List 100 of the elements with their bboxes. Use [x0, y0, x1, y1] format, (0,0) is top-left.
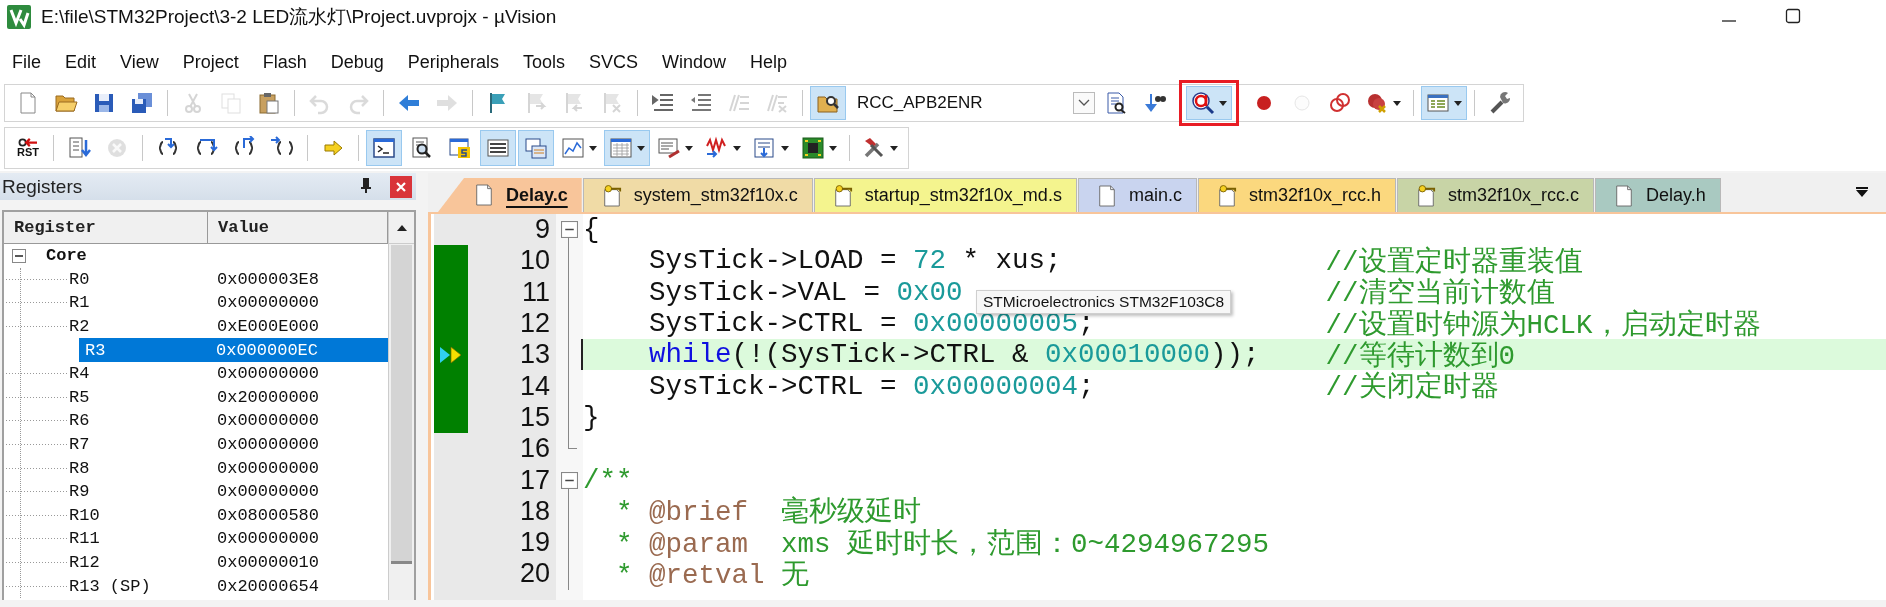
code-line: * @param xms 延时时长，范围：0~4294967295	[616, 528, 1270, 560]
caret-icon	[781, 145, 789, 151]
code-comment: //设置时钟源为HCLK，启动定时器	[1325, 308, 1761, 341]
toolbar-button[interactable]	[810, 86, 846, 120]
stacked-windows-icon	[524, 136, 548, 160]
file-tab[interactable]: Delay.h	[1595, 178, 1721, 212]
toolbar-button[interactable]: RST	[10, 130, 46, 166]
menu-item[interactable]: Flash	[250, 49, 319, 75]
reset-icon	[17, 138, 39, 147]
line-number: 20	[518, 558, 551, 590]
command-window-icon	[372, 136, 396, 160]
code-line: }	[583, 401, 600, 433]
line-number: 10	[518, 245, 551, 277]
paste-icon	[257, 91, 281, 115]
line-number: 17	[518, 464, 551, 496]
file-tab[interactable]: startup_stm32f10x_md.s	[813, 178, 1077, 212]
code-line: while(!(SysTick->CTRL & 0x00010000));	[649, 339, 1260, 371]
code-line: * @brief 毫秒级延时	[616, 497, 922, 529]
caret-icon	[890, 145, 898, 151]
line-number: 11	[520, 276, 551, 308]
file-tab[interactable]: stm32f10x_rcc.c	[1396, 178, 1594, 212]
code-line: SysTick->VAL = 0x00	[649, 276, 963, 308]
tree-group-label[interactable]: Core	[46, 246, 87, 266]
collapse-icon	[561, 221, 578, 239]
up-arrow-icon	[396, 224, 407, 231]
caret-icon	[829, 145, 837, 151]
document-search-icon	[1104, 91, 1128, 115]
menu-item[interactable]: Window	[649, 49, 738, 75]
menu-item[interactable]: SVCS	[576, 49, 650, 75]
code-line: {	[583, 214, 600, 246]
caret-icon	[1219, 100, 1227, 106]
tooltip: STMicroelectronics STM32F103C8	[976, 290, 1232, 314]
breakpoint-delete-icon	[1365, 91, 1389, 115]
line-number: 19	[518, 526, 551, 559]
toolbar-button[interactable]	[1186, 86, 1232, 120]
caret-icon	[589, 145, 597, 151]
file-tab[interactable]: stm32f10x_rcc.h	[1197, 178, 1396, 212]
scrollbar-thumb[interactable]	[391, 245, 412, 564]
file-tab[interactable]: main.c	[1077, 178, 1197, 212]
minimize-icon	[1721, 19, 1737, 22]
caret-icon	[1454, 100, 1462, 106]
toolbar-button[interactable]	[480, 130, 516, 166]
line-number: 14	[518, 370, 551, 402]
file-tab[interactable]: Delay.c	[438, 178, 582, 212]
code-comment: //等待计数到0	[1325, 339, 1516, 372]
line-number: 9	[533, 214, 551, 246]
menu-item[interactable]: Edit	[53, 49, 109, 75]
code-line: * @retval 无	[616, 559, 810, 591]
dropdown-button[interactable]	[1073, 92, 1095, 114]
list-icon	[486, 136, 510, 160]
code-line: SysTick->LOAD = 72 * xus;	[649, 245, 1062, 277]
app-icon	[7, 5, 31, 29]
menu-item[interactable]: Project	[170, 49, 251, 75]
caret-icon	[1393, 100, 1401, 106]
code-line: /**	[583, 464, 633, 496]
double-circle-icon	[1328, 91, 1352, 115]
pin-icon	[360, 176, 372, 193]
file-tab[interactable]: system_stm32f10x.c	[582, 178, 813, 212]
panel-title: Registers	[2, 175, 84, 198]
close-icon	[395, 180, 407, 193]
list-arrow-icon	[67, 136, 91, 160]
close-button[interactable]	[390, 175, 412, 198]
menu-item[interactable]: Peripherals	[395, 49, 511, 75]
window-layout-icon	[1426, 91, 1450, 115]
menu-item[interactable]: Tools	[510, 49, 577, 75]
menu-item[interactable]: Help	[738, 49, 799, 75]
menu-item[interactable]: File	[0, 49, 53, 75]
tools-icon	[862, 136, 886, 160]
code-editor[interactable]	[428, 212, 1886, 600]
column-header[interactable]: Register	[4, 212, 208, 244]
terminal-window-icon	[657, 136, 681, 160]
code-comment: //设置定时器重装值	[1325, 245, 1583, 278]
line-number: 16	[518, 433, 551, 465]
symbols-window-icon	[448, 136, 472, 160]
window-title: E:\file\STM32Project\3-2 LED流水灯\Project.uvprojx - µVision	[41, 5, 558, 29]
wrench-icon	[1488, 91, 1512, 115]
line-number: 18	[518, 495, 551, 527]
line-number: 12	[518, 307, 551, 340]
menu-item[interactable]: Debug	[318, 49, 396, 75]
copy-icon	[219, 91, 243, 115]
collapse-icon[interactable]	[12, 248, 26, 263]
save-icon	[92, 91, 116, 115]
caret-icon	[733, 145, 741, 151]
collapse-icon	[561, 471, 578, 489]
grid-window-icon	[609, 136, 633, 160]
chevron-down-icon	[1078, 99, 1090, 107]
caret-icon	[637, 145, 645, 151]
code-line: SysTick->CTRL = 0x00000004;	[649, 370, 1095, 402]
maximize-icon	[1785, 7, 1801, 24]
line-number: 15	[518, 401, 551, 434]
column-header[interactable]: Value	[208, 212, 388, 244]
circuit-board-icon	[801, 136, 825, 160]
code-comment: //关闭定时器	[1325, 370, 1499, 405]
debug-icon	[1191, 91, 1215, 115]
code-comment: //清空当前计数值	[1325, 276, 1555, 310]
execution-arrows-icon	[439, 345, 463, 364]
menu-item[interactable]: View	[108, 49, 171, 75]
line-number: 13	[518, 339, 551, 371]
caret-icon	[685, 145, 693, 151]
register-row[interactable]: R3 0x000000EC	[79, 338, 388, 362]
